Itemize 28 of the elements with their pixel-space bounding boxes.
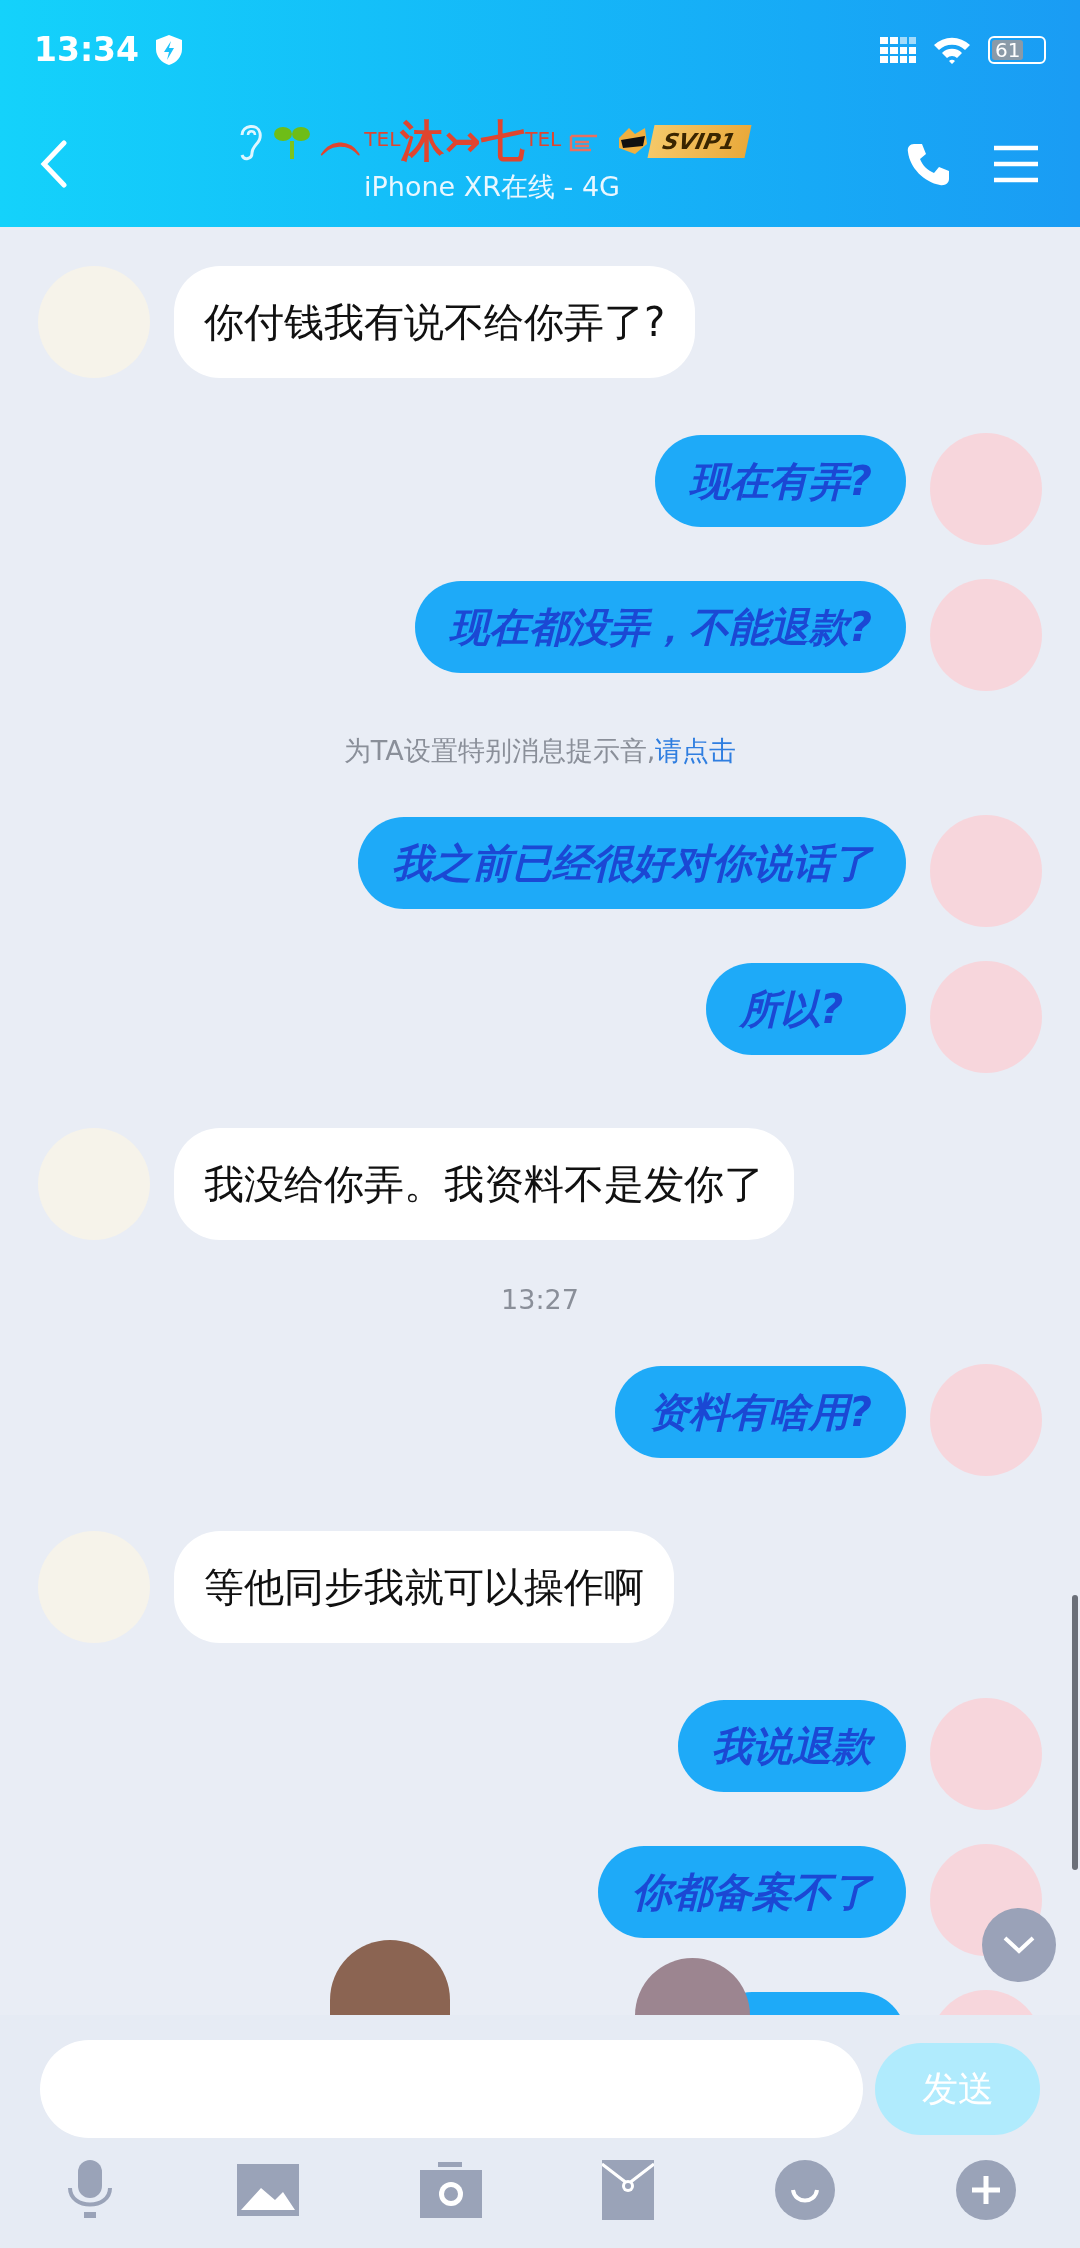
chevron-down-icon xyxy=(1002,1935,1036,1955)
contact-name: ︵$^{TEL}$沐↣七$^{TEL}$ xyxy=(320,119,562,164)
message-bubble: 我没给你弄。我资料不是发你了 xyxy=(174,1128,794,1240)
system-notice: 为TA设置特别消息提示音, xyxy=(343,733,656,768)
message-bubble: 资料有啥用? xyxy=(614,1366,906,1458)
timestamp: 13:27 xyxy=(501,1282,579,1317)
camera-icon[interactable] xyxy=(419,2162,482,2218)
message-bubble: 我之前已经很好对你说话了 xyxy=(358,817,906,909)
message-bubble: 你都备案不了 xyxy=(598,1846,906,1938)
shield-bolt-icon xyxy=(155,34,184,66)
back-icon xyxy=(40,139,68,188)
message-bubble: 我说退款 xyxy=(678,1700,906,1792)
set-sound-link[interactable]: 请点击 xyxy=(655,730,737,772)
signal-grid-icon xyxy=(880,37,916,63)
wifi-icon xyxy=(932,35,972,65)
status-time: 13:34 xyxy=(34,29,140,72)
message-bubble: 等他同步我就可以操作啊 xyxy=(174,1531,674,1643)
battery-level: 61 xyxy=(995,40,1022,60)
online-status: iPhone XR在线 - 4G xyxy=(364,170,620,205)
message-bubble: 所以? xyxy=(706,963,906,1055)
menu-icon[interactable] xyxy=(992,143,1040,184)
plus-icon[interactable] xyxy=(956,2160,1016,2220)
image-icon[interactable] xyxy=(236,2164,299,2216)
message-bubble: 你付钱我有说不给你弄了? xyxy=(174,266,696,378)
envelope-icon[interactable] xyxy=(602,2160,655,2220)
emoji-icon[interactable] xyxy=(775,2160,836,2220)
message-bubble: 现在都没弄，不能退款? xyxy=(414,581,906,673)
message-bubble: 现在有弄? xyxy=(654,435,906,527)
